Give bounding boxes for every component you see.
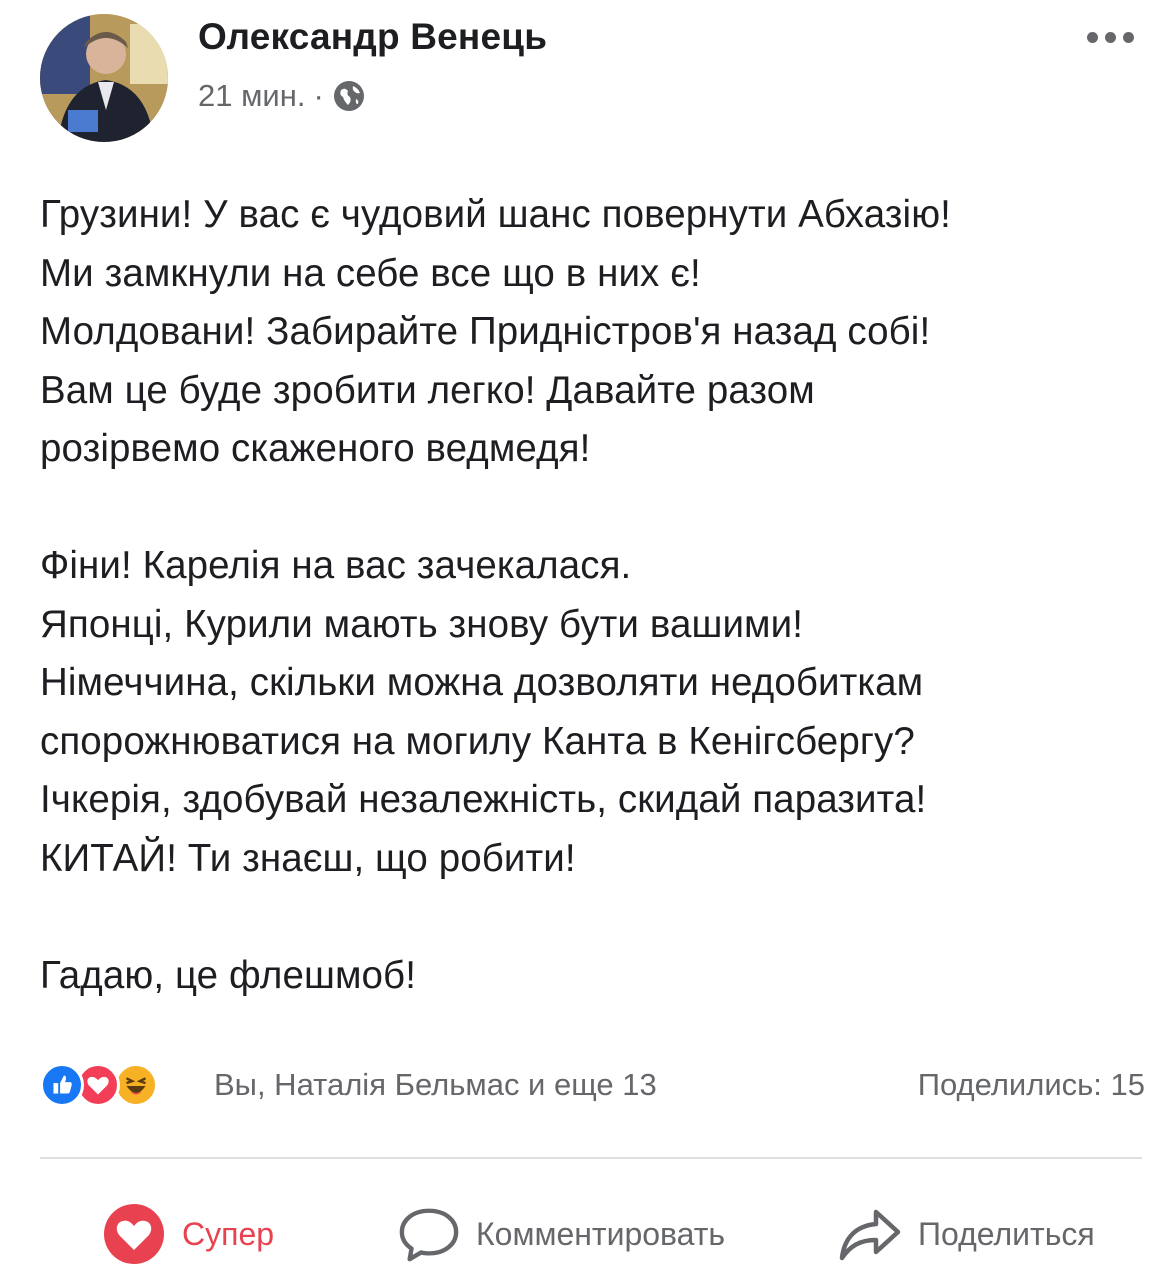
more-options-icon[interactable]	[1080, 22, 1140, 52]
globe-icon	[332, 79, 366, 113]
share-label: Поделиться	[918, 1215, 1095, 1252]
reactions-summary[interactable]: Вы, Наталія Бельмас и еще 13	[214, 1067, 657, 1103]
post-actions: Супер Комментировать Поделиться	[40, 1196, 1142, 1272]
post-line: Вам це буде зробити легко! Давайте разом	[40, 368, 815, 412]
post-line: Ічкерія, здобувай незалежність, скидай п…	[40, 778, 927, 821]
author-name[interactable]: Олександр Венець	[198, 16, 547, 58]
share-button[interactable]: Поделиться	[838, 1196, 1095, 1272]
post-line: КИТАЙ! Ти знаєш, що робити!	[40, 836, 576, 880]
comment-button[interactable]: Комментировать	[398, 1196, 725, 1272]
post-line: розірвемо скаженого ведмедя!	[40, 427, 591, 470]
post-line: Грузини! У вас є чудовий шанс повернути …	[40, 193, 951, 236]
post-line: Ми замкнули на себе все що в них є!	[40, 251, 701, 295]
reactions-bar: Вы, Наталія Бельмас и еще 13 Поделились:…	[40, 1060, 1145, 1110]
post-line: Гадаю, це флешмоб!	[40, 953, 416, 997]
post-text: Грузини! У вас є чудовий шанс повернути …	[40, 186, 1140, 1005]
super-label: Супер	[182, 1215, 275, 1252]
meta-separator: ·	[313, 78, 324, 113]
share-icon	[839, 1209, 901, 1261]
comment-label: Комментировать	[476, 1215, 726, 1252]
love-icon	[104, 1204, 164, 1264]
haha-reaction-icon	[114, 1063, 158, 1107]
post-line: Молдовани! Забирайте Придністров'я назад…	[40, 310, 931, 353]
post-header: Олександр Венець 21 мин. ·	[40, 14, 1140, 144]
super-reaction-button[interactable]: Супер	[102, 1196, 274, 1272]
divider	[40, 1157, 1142, 1159]
post-meta: 21 мин. ·	[198, 76, 366, 116]
post-line: Німеччина, скільки можна дозволяти недоб…	[40, 661, 924, 704]
reaction-icons[interactable]	[40, 1060, 200, 1110]
like-reaction-icon	[40, 1063, 84, 1107]
avatar[interactable]	[40, 14, 168, 142]
post-line: спорожнюватися на могилу Канта в Кенігсб…	[40, 719, 915, 763]
post-line: Японці, Курили мають знову бути вашими!	[40, 602, 804, 646]
post-line: Фіни! Карелія на вас зачекалася.	[40, 544, 632, 587]
post-time[interactable]: 21 мин.	[198, 78, 305, 114]
shares-count[interactable]: Поделились: 15	[918, 1067, 1145, 1103]
comment-icon	[399, 1208, 459, 1262]
